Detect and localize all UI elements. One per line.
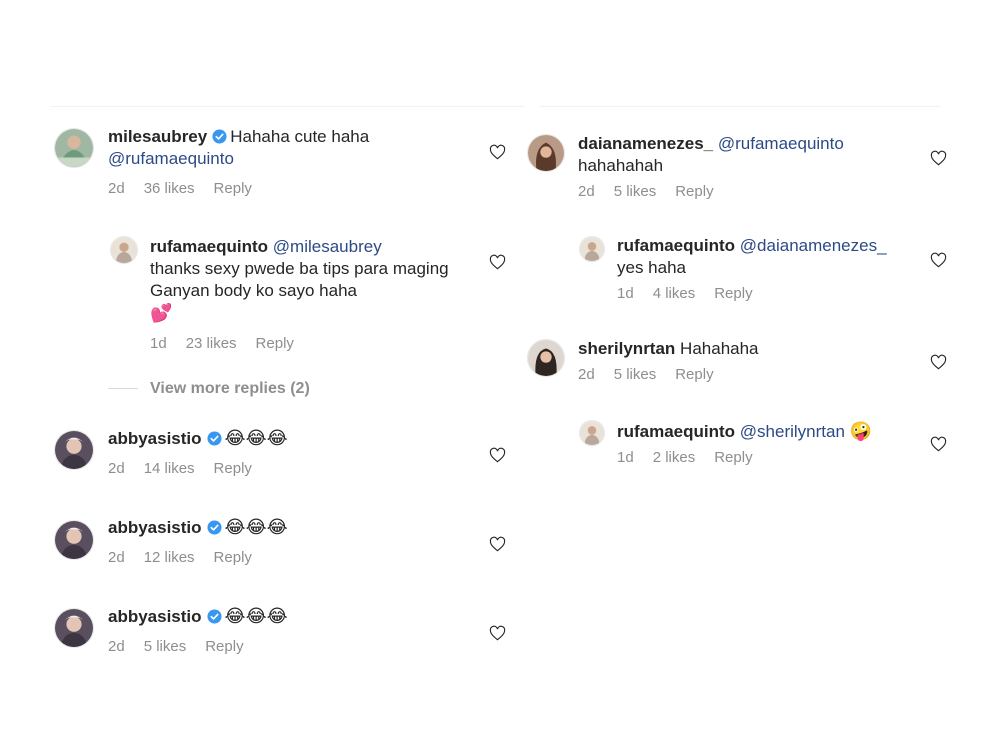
heart-outline-icon[interactable] <box>930 150 947 166</box>
comment-likes[interactable]: 5 likes <box>614 366 657 383</box>
right-comment-column: daianamenezes_ @rufamaequinto hahahahah … <box>0 0 1000 750</box>
comment-mention[interactable]: @rufamaequinto <box>718 134 844 153</box>
reply-likes[interactable]: 4 likes <box>653 285 696 302</box>
reply-mention[interactable]: @daianamenezes_ <box>740 236 887 255</box>
reply-text: yes haha <box>617 258 686 277</box>
reply-username[interactable]: rufamaequinto <box>617 422 735 441</box>
avatar[interactable] <box>527 134 565 172</box>
avatar[interactable] <box>527 339 565 377</box>
reply-username[interactable]: rufamaequinto <box>617 236 735 255</box>
comment-username[interactable]: daianamenezes_ <box>578 134 713 153</box>
avatar[interactable] <box>579 236 605 262</box>
reply-mention[interactable]: @sherilynrtan <box>740 422 845 441</box>
reply-age: 1d <box>617 285 634 302</box>
comment-username[interactable]: sherilynrtan <box>578 339 675 358</box>
reply-age: 1d <box>617 449 634 466</box>
comment-text: hahahahah <box>578 156 664 175</box>
reply-button[interactable]: Reply <box>714 285 752 302</box>
heart-outline-icon[interactable] <box>930 354 947 370</box>
reply-button[interactable]: Reply <box>714 449 752 466</box>
heart-outline-icon[interactable] <box>930 436 947 452</box>
reply-likes[interactable]: 2 likes <box>653 449 696 466</box>
reply-button[interactable]: Reply <box>675 366 713 383</box>
reply-button[interactable]: Reply <box>675 183 713 200</box>
heart-outline-icon[interactable] <box>930 252 947 268</box>
comment-age: 2d <box>578 366 595 383</box>
comment-text: Hahahaha <box>680 339 759 358</box>
avatar[interactable] <box>579 420 605 446</box>
zany-face-emoji: 🤪 <box>849 421 873 441</box>
comment-age: 2d <box>578 183 595 200</box>
comment-likes[interactable]: 5 likes <box>614 183 657 200</box>
